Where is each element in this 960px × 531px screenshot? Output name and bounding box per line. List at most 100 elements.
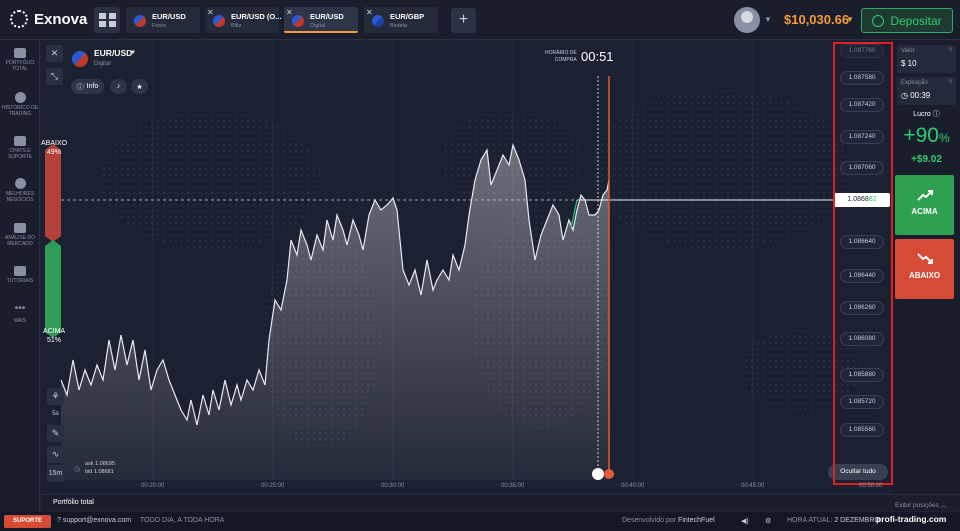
support-hours: TODO DIA, A TODA HORA — [140, 517, 225, 524]
amount-value[interactable]: $ 10 — [901, 59, 917, 68]
help-icon: ? — [57, 517, 61, 524]
price-chart[interactable] — [41, 40, 892, 494]
sidebar-item-label: SUPORTE — [7, 154, 33, 160]
current-price-tag: 1.086882 — [834, 193, 890, 207]
eurusd-flag-icon — [72, 51, 88, 67]
support-email-text: support@exnova.com — [62, 517, 132, 524]
bid-price: bid 1.08681 — [85, 469, 114, 475]
put-button[interactable]: ABAIXO — [895, 239, 954, 299]
deposit-button[interactable]: Depositar — [861, 8, 953, 33]
price-tick: 1.087060 — [840, 161, 884, 175]
time-tick: 00:45:00 — [741, 483, 765, 489]
sidebar-item-best-deals[interactable]: MELHORES NEGÓCIOS — [0, 178, 40, 203]
account-balance[interactable]: $10,030.66 — [784, 12, 849, 27]
chevron-down-icon[interactable]: ▼ — [130, 50, 136, 56]
info-button[interactable]: ⓘ Info — [71, 79, 104, 94]
brand-name: Exnova — [34, 10, 88, 28]
sidebar-item-tutorials[interactable]: TUTORIAIS — [0, 266, 40, 284]
asset-tab[interactable]: EUR/USD Forex — [126, 7, 200, 33]
add-tab-button[interactable]: + — [451, 8, 476, 33]
status-bar: SUPORTE ? support@exnova.com TODO DIA, A… — [0, 512, 960, 531]
help-icon[interactable]: ⓘ — [933, 111, 940, 118]
chevron-down-icon[interactable]: ▼ — [846, 15, 854, 24]
help-icon[interactable]: ? — [949, 80, 952, 86]
trophy-icon — [14, 178, 26, 189]
chart-area[interactable] — [41, 40, 892, 494]
sidebar-item-history[interactable]: HISTÓRICO DE TRADING — [0, 92, 40, 117]
gear-icon[interactable]: ⚙ — [765, 517, 771, 525]
close-icon[interactable]: ✕ — [366, 8, 373, 17]
help-icon[interactable]: ? — [949, 48, 952, 54]
top-bar: Exnova EUR/USD Forex ✕ EUR/USD (O... Bli… — [0, 0, 960, 40]
all-assets-button[interactable] — [94, 7, 120, 33]
asset-tab[interactable]: ✕ EUR/GBP Binária — [364, 7, 438, 33]
brand-logo[interactable]: Exnova — [10, 10, 87, 28]
asset-tab-active[interactable]: ✕ EUR/USD Digital — [284, 7, 358, 33]
support-email[interactable]: ? support@exnova.com — [57, 517, 131, 524]
deposit-label: Depositar — [890, 13, 942, 28]
indicators-button[interactable]: ⚘ — [47, 388, 64, 405]
time-tick: 00:50:00 — [859, 483, 883, 489]
timeframe-button[interactable]: 15m — [47, 465, 64, 482]
sidebar-item-portfolio[interactable]: PORTFÓLIO TOTAL — [0, 48, 40, 72]
volume-icon[interactable]: ◀) — [741, 517, 749, 525]
close-icon[interactable]: ✕ — [286, 8, 293, 17]
sidebar-item-chats[interactable]: CHATS E SUPORTE — [0, 136, 40, 160]
clock-icon: ◷ — [74, 466, 81, 473]
info-label: Info — [86, 83, 99, 90]
collapse-icon[interactable]: ⤡ — [46, 68, 63, 85]
profit-percent-sign: % — [938, 131, 950, 145]
eurusd-flag-icon — [134, 15, 146, 27]
avatar[interactable] — [734, 7, 760, 33]
purchase-time-label: HORÁRIO DE COMPRA — [545, 50, 577, 64]
call-button[interactable]: ACIMA — [895, 175, 954, 235]
price-tick: 1.087420 — [840, 98, 884, 112]
indicators-icon: ⚘ — [51, 391, 60, 401]
developed-by-label: Desenvolvido por — [622, 517, 677, 524]
portfolio-title: Portfólio total — [53, 499, 94, 506]
price-tick: 1.085560 — [840, 423, 884, 437]
graduation-cap-icon — [14, 266, 26, 276]
sidebar-item-label: NEGÓCIOS — [6, 197, 34, 203]
price-tick: 1.087240 — [840, 130, 884, 144]
show-positions-label: Exibir posições — [895, 502, 939, 509]
price-tick: 1.087580 — [840, 71, 884, 85]
portfolio-bar: Portfólio total Exibir posições ︿ — [41, 494, 960, 511]
purchase-time-marker[interactable] — [592, 468, 604, 480]
expiration-value[interactable]: ◷ 00:39 — [901, 91, 930, 100]
expiration-marker[interactable] — [604, 469, 614, 479]
close-chart-button[interactable]: ✕ — [46, 45, 63, 62]
expiration-field[interactable]: Expiração ? ◷ 00:39 — [897, 77, 956, 105]
current-time: HORA ATUAL: 2 DEZEMBRO — [787, 517, 880, 524]
price-tick: 1.085720 — [840, 395, 884, 409]
chevron-down-icon[interactable]: ▼ — [764, 15, 772, 24]
amount-field[interactable]: Valor ? $ 10 — [897, 45, 956, 73]
favorite-button[interactable]: ★ — [131, 79, 148, 94]
time-tick: 00:20:00 — [141, 483, 165, 489]
star-icon: ★ — [136, 83, 143, 91]
expiration-label: Expiração — [901, 80, 928, 86]
chart-type-button[interactable]: ∿ — [47, 446, 64, 463]
briefcase-icon — [14, 48, 26, 58]
sidebar-item-more[interactable]: ••• MAIS — [0, 304, 40, 325]
candle-size[interactable]: 5s — [47, 410, 64, 417]
sentiment-up-label: ACIMA — [42, 328, 66, 335]
close-icon[interactable]: ✕ — [207, 8, 214, 17]
hide-all-button[interactable]: Ocultar tudo — [828, 464, 888, 480]
price-tick: 1.086260 — [840, 301, 884, 315]
support-button[interactable]: SUPORTE — [4, 515, 51, 528]
bell-icon: ♪ — [116, 83, 121, 90]
sentiment-down-label: ABAIXO — [41, 140, 68, 147]
asset-selector[interactable]: EUR/USD — [94, 48, 132, 58]
sidebar-item-label: TOTAL — [12, 66, 28, 72]
show-positions-toggle[interactable]: Exibir posições ︿ — [895, 499, 947, 509]
alerts-button[interactable]: ♪ — [110, 79, 127, 94]
sidebar-item-market-analysis[interactable]: ANÁLISE DO MERCADO — [0, 223, 40, 247]
purchase-label-line: COMPRA — [554, 57, 577, 63]
current-time-label: HORA ATUAL: — [787, 517, 833, 524]
purchase-label-line: HORÁRIO DE — [545, 50, 577, 56]
asset-tab[interactable]: ✕ EUR/USD (O... Blitz — [205, 7, 281, 33]
draw-tool-button[interactable]: ✎ — [47, 425, 64, 442]
current-price-last-digits: 82 — [868, 196, 877, 203]
tab-asset-name: EUR/GBP — [390, 12, 425, 21]
